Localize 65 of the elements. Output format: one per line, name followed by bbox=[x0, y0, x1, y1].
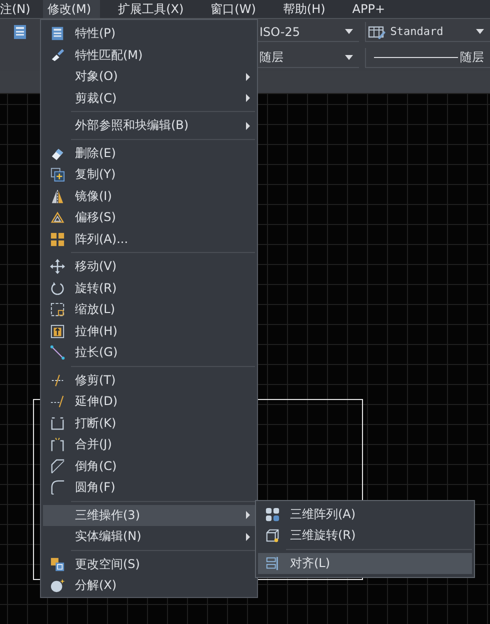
menu-item[interactable]: 剪裁(C) bbox=[43, 88, 255, 109]
trim-icon bbox=[50, 372, 64, 388]
menu-item[interactable]: 延伸(D) bbox=[43, 391, 255, 412]
chamfer-icon bbox=[50, 458, 64, 474]
menu-item[interactable]: 复制(Y) bbox=[43, 164, 255, 186]
menu-item[interactable]: 删除(E) bbox=[43, 142, 255, 164]
scale-icon bbox=[50, 302, 64, 318]
menu-item[interactable]: 打断(K) bbox=[43, 412, 255, 434]
menu-item[interactable]: 镜像(I) bbox=[43, 186, 255, 207]
stretch-icon bbox=[50, 324, 64, 339]
extend-icon bbox=[50, 394, 64, 410]
menu-item[interactable]: 修剪(T) bbox=[43, 370, 255, 391]
properties-icon[interactable] bbox=[12, 24, 28, 40]
menu-bar-item[interactable]: 修改(M) bbox=[43, 0, 100, 18]
grid-icon bbox=[50, 232, 64, 247]
line-icon bbox=[50, 345, 64, 360]
table-icon bbox=[368, 24, 386, 38]
menu-item[interactable]: 对齐(L) bbox=[258, 552, 472, 574]
fillet-icon bbox=[50, 480, 64, 496]
cube-icon bbox=[264, 528, 280, 544]
menu-item[interactable]: 外部参照和块编辑(B) bbox=[43, 115, 255, 136]
menu-item[interactable]: 特性匹配(M) bbox=[43, 44, 255, 66]
menu-item[interactable]: 实体编辑(N) bbox=[43, 526, 255, 548]
menu-item[interactable]: 倒角(C) bbox=[43, 456, 255, 477]
submenu-arrow-icon bbox=[246, 511, 250, 520]
join-icon bbox=[50, 437, 64, 452]
space-icon bbox=[50, 556, 64, 572]
menu-bar-item[interactable]: 帮助(H) bbox=[278, 0, 334, 18]
menu-item[interactable]: 缩放(L) bbox=[43, 299, 255, 320]
explode-icon bbox=[50, 578, 64, 594]
menu-item[interactable]: 移动(V) bbox=[43, 256, 255, 278]
submenu-arrow-icon bbox=[246, 94, 250, 102]
menu-item[interactable]: 三维阵列(A) bbox=[258, 504, 472, 525]
menu-item[interactable]: 三维操作(3) bbox=[43, 504, 255, 526]
menu-item[interactable]: 分解(X) bbox=[43, 575, 255, 596]
properties-icon bbox=[50, 26, 64, 42]
menu-item[interactable]: 对象(O) bbox=[43, 66, 255, 88]
menu-item[interactable]: 拉长(G) bbox=[43, 342, 255, 364]
brush-icon bbox=[50, 48, 64, 63]
linetype-dropdown[interactable]: 随层 bbox=[365, 48, 490, 68]
mirror-icon bbox=[50, 188, 64, 204]
menu-bar-item[interactable]: APP+ bbox=[348, 0, 394, 18]
copy-icon bbox=[50, 167, 64, 182]
table-style-dropdown[interactable]: Standard bbox=[365, 22, 490, 42]
menu-bar-item[interactable]: 扩展工具(X) bbox=[114, 0, 193, 18]
submenu-arrow-icon bbox=[246, 72, 250, 81]
menu-item[interactable]: 更改空间(S) bbox=[43, 554, 255, 575]
submenu-arrow-icon bbox=[246, 122, 250, 130]
menu-item[interactable]: 合并(J) bbox=[43, 434, 255, 456]
menu-bar-item[interactable]: 注(N) bbox=[0, 0, 40, 18]
menu-item[interactable]: 阵列(A)... bbox=[43, 228, 255, 250]
menu-item[interactable]: 圆角(F) bbox=[43, 477, 255, 498]
align-icon bbox=[264, 556, 280, 571]
rotate-icon bbox=[50, 280, 64, 296]
menu-bar-item[interactable]: 窗口(W) bbox=[206, 0, 265, 18]
grid-icon bbox=[264, 506, 280, 522]
menu-item[interactable]: 特性(P) bbox=[43, 23, 255, 44]
menu-item[interactable]: 旋转(R) bbox=[43, 278, 255, 299]
submenu-arrow-icon bbox=[246, 532, 250, 541]
menu-item[interactable]: 拉伸(H) bbox=[43, 320, 255, 342]
menu-item[interactable]: 三维旋转(R) bbox=[258, 525, 472, 546]
move-icon bbox=[50, 259, 64, 274]
break-icon bbox=[50, 416, 64, 431]
offset-icon bbox=[50, 210, 64, 226]
menu-item[interactable]: 偏移(S) bbox=[43, 207, 255, 228]
